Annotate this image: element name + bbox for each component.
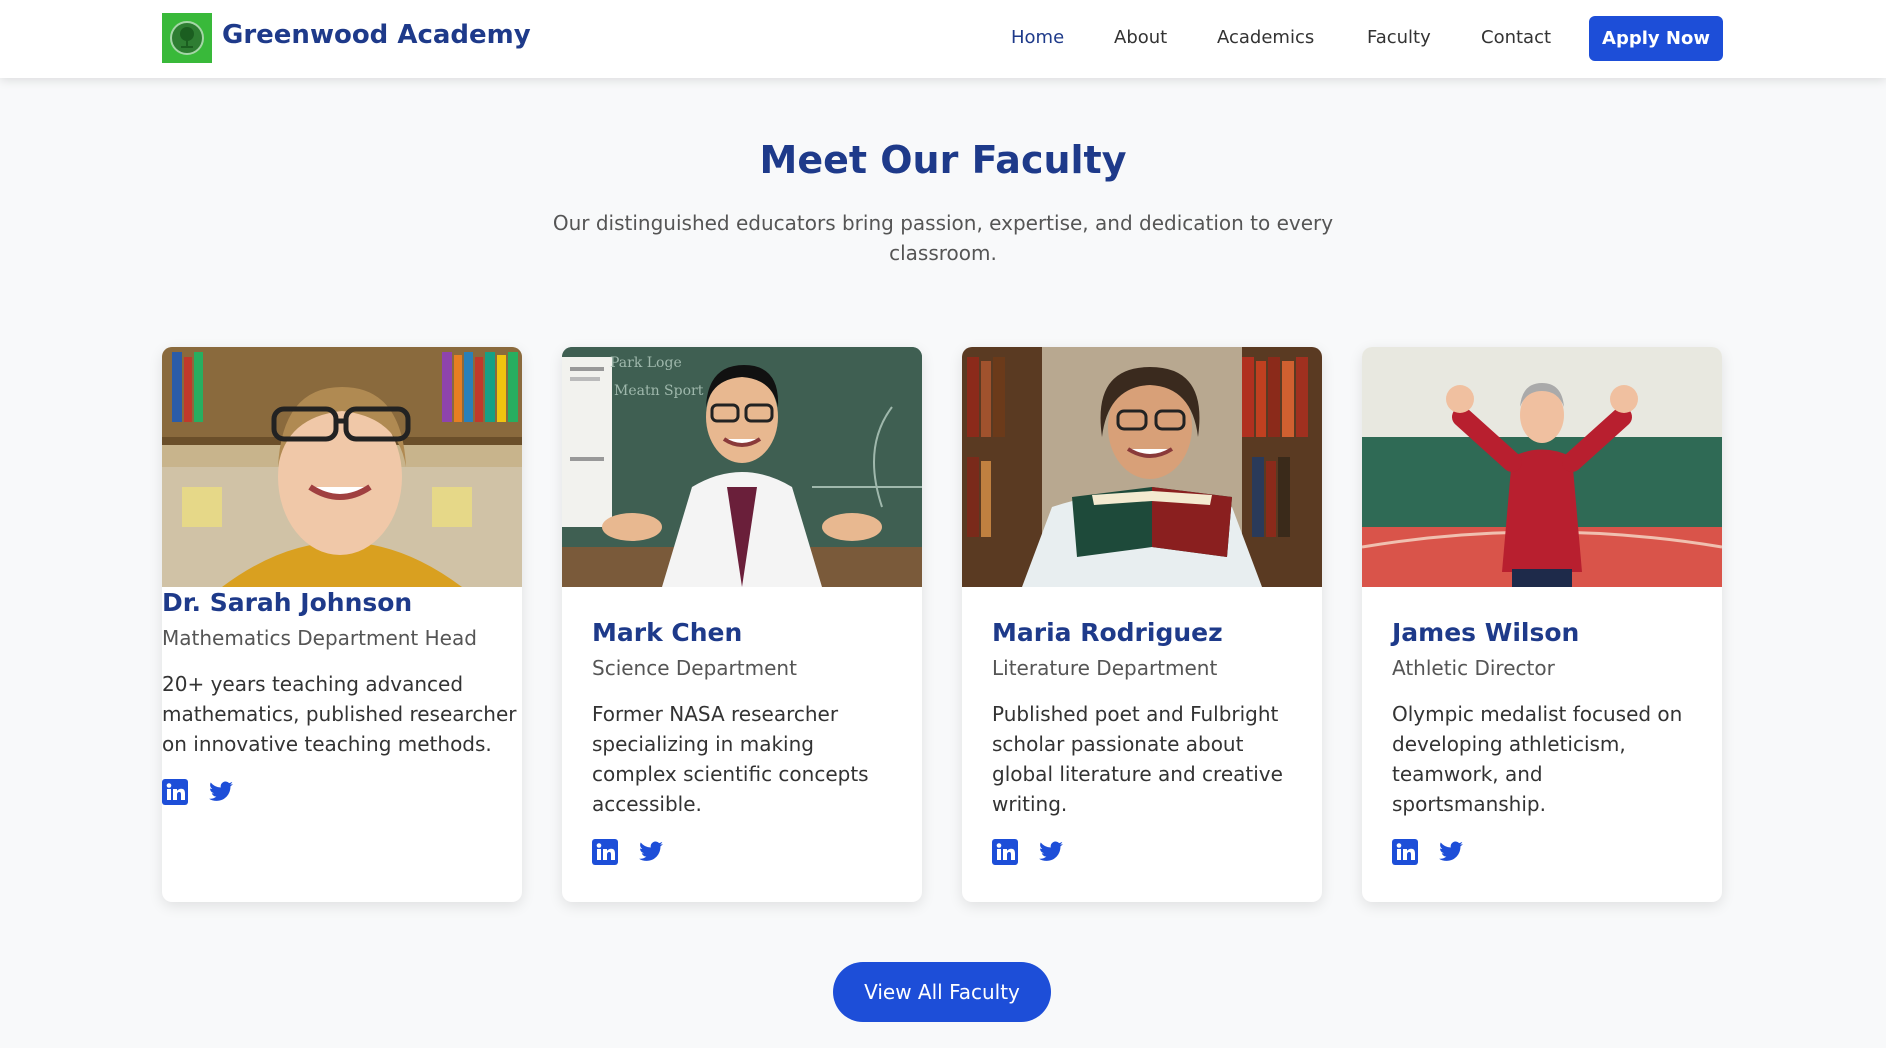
woman-holding-book-bookshelf-photo [962, 347, 1322, 587]
nav-contact[interactable]: Contact [1481, 27, 1551, 48]
man-in-lab-coat-chalkboard-photo: Park Loge Meatn Sport [562, 347, 922, 587]
social-links [1392, 839, 1702, 865]
nav-about[interactable]: About [1114, 27, 1167, 48]
man-in-red-sweater-gym-photo [1362, 347, 1722, 587]
svg-text:Meatn Sport: Meatn Sport [614, 383, 704, 399]
nav-academics[interactable]: Academics [1217, 27, 1314, 48]
faculty-name: James Wilson [1392, 618, 1580, 647]
faculty-role: Literature Department [992, 656, 1218, 680]
faculty-bio: 20+ years teaching advanced mathematics,… [162, 672, 517, 756]
faculty-name: Mark Chen [592, 618, 743, 647]
woman-with-glasses-library-photo [162, 347, 522, 587]
linkedin-icon[interactable] [592, 839, 618, 865]
linkedin-icon[interactable] [162, 779, 188, 805]
faculty-bio: Former NASA researcher specializing in m… [592, 702, 869, 816]
faculty-card-body: James Wilson Athletic Director Olympic m… [1392, 617, 1702, 865]
faculty-card: Maria Rodriguez Literature Department Pu… [962, 347, 1322, 902]
faculty-card-body: Mark Chen Science Department Former NASA… [592, 617, 902, 865]
faculty-role: Mathematics Department Head [162, 626, 477, 650]
twitter-icon[interactable] [1038, 839, 1064, 865]
faculty-role: Athletic Director [1392, 656, 1555, 680]
apply-now-button[interactable]: Apply Now [1589, 16, 1723, 61]
social-links [992, 839, 1302, 865]
faculty-name: Maria Rodriguez [992, 618, 1223, 647]
faculty-card: Dr. Sarah Johnson Mathematics Department… [162, 347, 522, 902]
linkedin-icon[interactable] [992, 839, 1018, 865]
section-title: Meet Our Faculty [759, 138, 1127, 182]
faculty-card: James Wilson Athletic Director Olympic m… [1362, 347, 1722, 902]
faculty-card-body: Maria Rodriguez Literature Department Pu… [992, 617, 1302, 865]
faculty-role: Science Department [592, 656, 797, 680]
twitter-icon[interactable] [638, 839, 664, 865]
brand-name[interactable]: Greenwood Academy [222, 20, 531, 50]
academy-logo[interactable] [162, 13, 212, 63]
social-links [592, 839, 902, 865]
linkedin-icon[interactable] [1392, 839, 1418, 865]
site-header: Greenwood Academy Home About Academics F… [0, 0, 1886, 78]
nav-faculty[interactable]: Faculty [1367, 27, 1431, 48]
faculty-bio: Olympic medalist focused on developing a… [1392, 702, 1683, 816]
social-links [162, 779, 522, 805]
section-subtitle: Our distinguished educators bring passio… [552, 211, 1334, 265]
faculty-bio: Published poet and Fulbright scholar pas… [992, 702, 1283, 816]
faculty-card: Park Loge Meatn Sport Mark Chen Science … [562, 347, 922, 902]
nav-home[interactable]: Home [1011, 27, 1064, 48]
svg-text:Park Loge: Park Loge [610, 355, 682, 371]
tree-seal-icon [170, 21, 204, 55]
twitter-icon[interactable] [1438, 839, 1464, 865]
faculty-card-body: Dr. Sarah Johnson Mathematics Department… [162, 587, 522, 805]
twitter-icon[interactable] [208, 779, 234, 805]
faculty-name: Dr. Sarah Johnson [162, 588, 413, 617]
view-all-faculty-button[interactable]: View All Faculty [833, 962, 1051, 1022]
